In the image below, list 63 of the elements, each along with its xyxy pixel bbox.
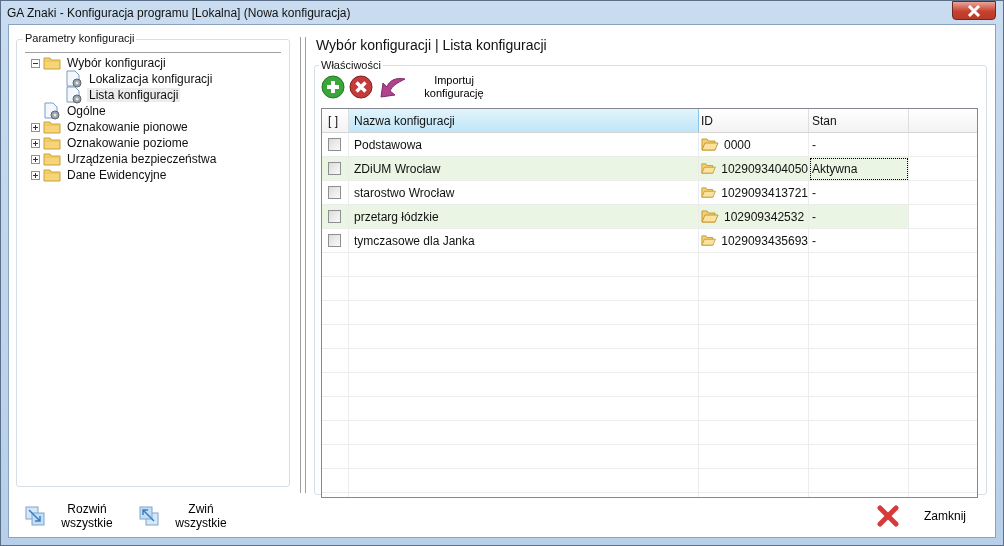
delete-button[interactable] xyxy=(349,75,373,99)
table-cell: 0000 xyxy=(724,137,751,152)
close-icon xyxy=(877,505,899,527)
row-checkbox[interactable] xyxy=(328,138,341,151)
table-cell: 1029093413721 xyxy=(721,185,808,200)
table-cell: 1029093435693 xyxy=(721,233,808,248)
table-cell: tymczasowe dla Janka xyxy=(349,229,699,253)
window-title: GA Znaki - Konfiguracja programu [Lokalna] (Nowa konfiguracja) xyxy=(7,5,352,20)
expand-all-button[interactable]: Rozwiń wszystkie xyxy=(25,502,115,530)
open-folder-icon xyxy=(701,234,717,247)
plus-icon xyxy=(321,75,345,99)
expand-icon[interactable] xyxy=(31,170,40,180)
open-folder-icon xyxy=(701,138,719,151)
tree-item[interactable]: Ogólne xyxy=(65,104,108,118)
table-cell: - xyxy=(809,229,909,253)
gear-page-icon xyxy=(65,70,83,88)
expand-icon[interactable] xyxy=(31,122,40,132)
close-icon xyxy=(967,4,981,17)
collapse-all-icon xyxy=(139,506,159,526)
table-cell: Aktywna xyxy=(809,157,909,181)
page-heading: Wybór konfiguracji | Lista konfiguracji xyxy=(316,37,548,55)
group-title: Właściwości xyxy=(319,59,383,71)
tree-item[interactable]: Urządzenia bezpieczeństwa xyxy=(65,152,219,166)
folder-icon xyxy=(43,168,61,182)
tree-item[interactable]: Oznakowanie pionowe xyxy=(65,120,190,134)
tree-item[interactable]: Lokalizacja konfiguracji xyxy=(87,72,215,86)
open-folder-icon xyxy=(701,210,719,223)
folder-icon xyxy=(43,56,61,70)
tree-item[interactable]: Lista konfiguracji xyxy=(87,88,181,102)
folder-icon xyxy=(43,120,61,134)
group-title: Parametry konfiguracji xyxy=(23,32,137,44)
row-checkbox[interactable] xyxy=(328,234,341,247)
add-button[interactable] xyxy=(321,75,345,99)
open-folder-icon xyxy=(701,162,717,175)
close-button[interactable] xyxy=(952,1,996,20)
gear-page-icon xyxy=(43,102,61,120)
column-header[interactable]: Nazwa konfiguracji xyxy=(349,109,699,132)
close-dialog-button[interactable]: Zamknij xyxy=(877,505,973,527)
table-cell: 102909342532 xyxy=(724,209,805,224)
curved-arrow-icon xyxy=(377,75,407,99)
row-checkbox[interactable] xyxy=(328,162,341,175)
column-header[interactable]: Stan xyxy=(809,109,909,132)
delete-icon xyxy=(349,75,373,99)
column-header[interactable]: ID xyxy=(699,109,809,132)
expand-icon[interactable] xyxy=(31,154,40,164)
collapse-all-button[interactable]: Zwiń wszystkie xyxy=(139,502,229,530)
expand-all-icon xyxy=(25,506,45,526)
folder-icon xyxy=(43,136,61,150)
table-cell: 1029093404050 xyxy=(721,161,808,176)
import-button[interactable]: Importuj konfigurację xyxy=(377,74,489,100)
open-folder-icon xyxy=(701,186,717,199)
expand-icon[interactable] xyxy=(31,138,40,148)
table-cell: ZDiUM Wrocław xyxy=(349,157,699,181)
table-cell: - xyxy=(809,205,909,229)
folder-icon xyxy=(43,152,61,166)
row-checkbox[interactable] xyxy=(328,210,341,223)
row-checkbox[interactable] xyxy=(328,186,341,199)
gear-page-icon xyxy=(65,86,83,104)
tree-item[interactable]: Wybór konfiguracji xyxy=(65,56,168,70)
tree-item[interactable]: Dane Ewidencyjne xyxy=(65,168,169,182)
collapse-icon[interactable] xyxy=(31,58,40,68)
tree-item[interactable]: Oznakowanie poziome xyxy=(65,136,191,150)
table-cell: przetarg łódzkie xyxy=(349,205,699,229)
